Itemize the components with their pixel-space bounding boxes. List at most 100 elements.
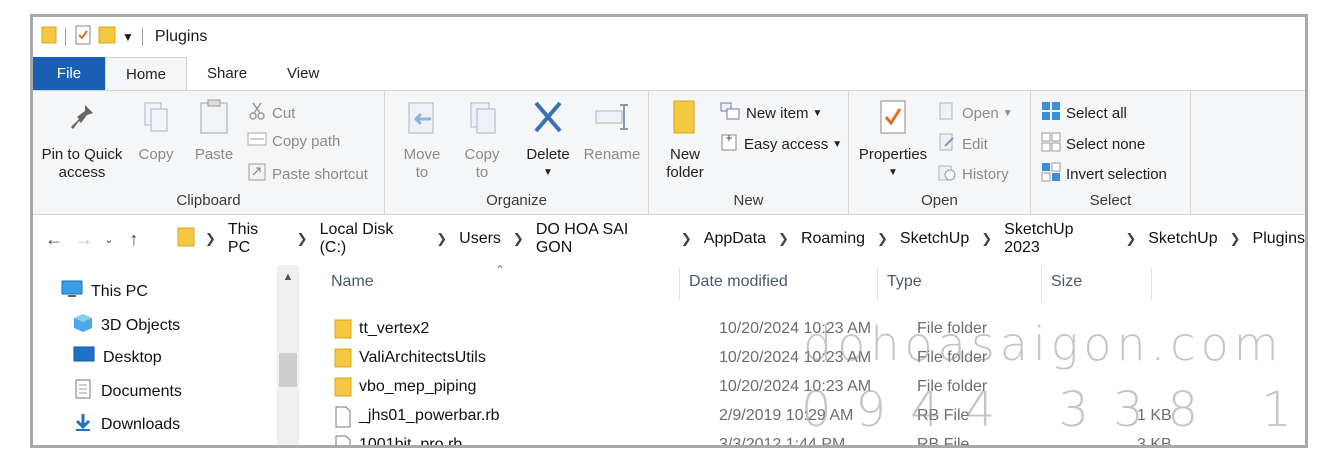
nav-item-documents[interactable]: Documents bbox=[73, 379, 182, 404]
chevron-right-icon[interactable]: ❯ bbox=[513, 231, 524, 247]
breadcrumb-item[interactable]: SketchUp bbox=[900, 230, 969, 248]
move-to-button[interactable]: Move to bbox=[397, 97, 447, 182]
nav-item-label: 3D Objects bbox=[101, 316, 181, 334]
column-header-type[interactable]: Type bbox=[887, 273, 922, 291]
separator bbox=[141, 28, 143, 46]
chevron-right-icon[interactable]: ❯ bbox=[1230, 231, 1241, 247]
explorer-window: ▼ Plugins File Home Share View Pin to Qu… bbox=[30, 14, 1308, 448]
pin-to-quick-access-button[interactable]: Pin to Quick access bbox=[37, 97, 127, 182]
copy-to-icon bbox=[457, 97, 507, 142]
breadcrumb-item[interactable]: Local Disk (C:) bbox=[320, 221, 425, 257]
column-header-name[interactable]: Name bbox=[331, 273, 374, 291]
new-folder-label: New folder bbox=[666, 146, 704, 181]
chevron-right-icon[interactable]: ❯ bbox=[981, 231, 992, 247]
breadcrumb[interactable]: ❯ This PC ❯ Local Disk (C:) ❯ Users ❯ DO… bbox=[177, 221, 1305, 257]
rename-button[interactable]: Rename bbox=[583, 97, 641, 164]
history-label: History bbox=[962, 165, 1009, 183]
document-icon bbox=[73, 379, 93, 404]
breadcrumb-item[interactable]: DO HOA SAI GON bbox=[536, 221, 669, 257]
file-name: _jhs01_powerbar.rb bbox=[359, 407, 500, 424]
new-item-button[interactable]: New item ▼ bbox=[719, 101, 822, 125]
scrollbar-thumb[interactable] bbox=[279, 353, 297, 387]
copy-path-button[interactable]: Copy path bbox=[247, 132, 340, 150]
nav-item-this-pc[interactable]: This PC bbox=[61, 280, 148, 303]
tab-file[interactable]: File bbox=[33, 57, 105, 90]
invert-selection-button[interactable]: Invert selection bbox=[1041, 162, 1167, 186]
properties-quick-icon[interactable] bbox=[74, 25, 92, 49]
breadcrumb-item[interactable]: This PC bbox=[228, 221, 285, 257]
recent-locations-dropdown-icon[interactable]: ⌄ bbox=[99, 233, 119, 246]
download-arrow-icon bbox=[73, 412, 93, 437]
column-divider[interactable] bbox=[1041, 267, 1042, 301]
select-all-button[interactable]: Select all bbox=[1041, 101, 1127, 125]
new-folder-button[interactable]: New folder bbox=[657, 97, 713, 182]
paste-button[interactable]: Paste bbox=[191, 97, 237, 164]
customize-dropdown-icon[interactable]: ▼ bbox=[122, 30, 134, 44]
new-group-label: New bbox=[733, 192, 764, 209]
scroll-up-icon[interactable]: ▲ bbox=[277, 271, 299, 283]
new-folder-icon bbox=[657, 97, 713, 142]
select-none-button[interactable]: Select none bbox=[1041, 132, 1145, 156]
history-button[interactable]: History bbox=[937, 162, 1009, 186]
chevron-right-icon[interactable]: ❯ bbox=[778, 231, 789, 247]
nav-item-label: This PC bbox=[91, 282, 148, 300]
breadcrumb-item[interactable]: Plugins bbox=[1253, 230, 1305, 248]
easy-access-icon bbox=[719, 132, 739, 156]
tab-share[interactable]: Share bbox=[187, 57, 267, 90]
tab-home[interactable]: Home bbox=[105, 57, 188, 90]
column-divider[interactable] bbox=[1151, 267, 1152, 301]
select-all-label: Select all bbox=[1066, 104, 1127, 122]
cube-icon bbox=[73, 313, 93, 338]
breadcrumb-item[interactable]: SketchUp bbox=[1148, 230, 1217, 248]
chevron-right-icon[interactable]: ❯ bbox=[436, 231, 447, 247]
delete-label: Delete bbox=[526, 146, 570, 163]
copy-icon bbox=[133, 97, 179, 142]
breadcrumb-item[interactable]: Users bbox=[459, 230, 501, 248]
nav-pane-scrollbar[interactable]: ▲ bbox=[277, 265, 299, 445]
properties-button[interactable]: Properties ▼ bbox=[855, 97, 931, 182]
properties-dropdown-icon[interactable]: ▼ bbox=[855, 164, 931, 182]
easy-access-button[interactable]: Easy access ▼ bbox=[719, 132, 842, 156]
nav-item-desktop[interactable]: Desktop bbox=[73, 346, 162, 369]
file-name: tt_vertex2 bbox=[359, 320, 430, 337]
properties-label: Properties bbox=[858, 146, 928, 163]
new-item-dropdown-icon: ▼ bbox=[812, 107, 823, 119]
chevron-right-icon[interactable]: ❯ bbox=[681, 231, 692, 247]
pin-icon bbox=[37, 97, 127, 142]
open-dropdown-icon: ▼ bbox=[1002, 107, 1013, 119]
nav-item-3d-objects[interactable]: 3D Objects bbox=[73, 313, 180, 338]
chevron-right-icon[interactable]: ❯ bbox=[1125, 231, 1136, 247]
back-arrow-icon[interactable]: ← bbox=[39, 229, 69, 250]
copy-button[interactable]: Copy bbox=[133, 97, 179, 164]
chevron-right-icon[interactable]: ❯ bbox=[205, 231, 216, 247]
breadcrumb-item[interactable]: Roaming bbox=[801, 230, 865, 248]
delete-button[interactable]: Delete ▼ bbox=[521, 97, 575, 182]
file-icon bbox=[334, 435, 352, 445]
ribbon-tabs: File Home Share View bbox=[33, 57, 1305, 90]
file-name: ValiArchitectsUtils bbox=[359, 349, 486, 366]
up-arrow-icon[interactable]: ↑ bbox=[119, 229, 149, 250]
column-divider[interactable] bbox=[877, 267, 878, 301]
ribbon: Pin to Quick access Copy Paste Cut Copy … bbox=[33, 90, 1305, 215]
cut-button[interactable]: Cut bbox=[247, 101, 295, 125]
chevron-right-icon[interactable]: ❯ bbox=[297, 231, 308, 247]
edit-button[interactable]: Edit bbox=[937, 132, 988, 156]
tab-view[interactable]: View bbox=[267, 57, 339, 90]
copy-to-button[interactable]: Copy to bbox=[457, 97, 507, 182]
new-folder-quick-icon[interactable] bbox=[98, 25, 116, 49]
nav-item-downloads[interactable]: Downloads bbox=[73, 412, 180, 437]
scissors-icon bbox=[247, 101, 267, 125]
open-button[interactable]: Open ▼ bbox=[937, 101, 1013, 125]
breadcrumb-item[interactable]: SketchUp 2023 bbox=[1004, 221, 1113, 257]
column-divider[interactable] bbox=[679, 267, 680, 301]
chevron-right-icon[interactable]: ❯ bbox=[877, 231, 888, 247]
column-header-date-modified[interactable]: Date modified bbox=[689, 273, 788, 291]
column-header-size[interactable]: Size bbox=[1051, 273, 1082, 291]
address-bar: ← → ⌄ ↑ ❯ This PC ❯ Local Disk (C:) ❯ Us… bbox=[33, 221, 1305, 257]
file-name: 1001bit_pro.rb bbox=[359, 436, 463, 448]
forward-arrow-icon[interactable]: → bbox=[69, 229, 99, 250]
paste-shortcut-button[interactable]: Paste shortcut bbox=[247, 162, 368, 186]
file-name: vbo_mep_piping bbox=[359, 378, 477, 395]
breadcrumb-item[interactable]: AppData bbox=[704, 230, 766, 248]
delete-dropdown-icon[interactable]: ▼ bbox=[521, 164, 575, 182]
